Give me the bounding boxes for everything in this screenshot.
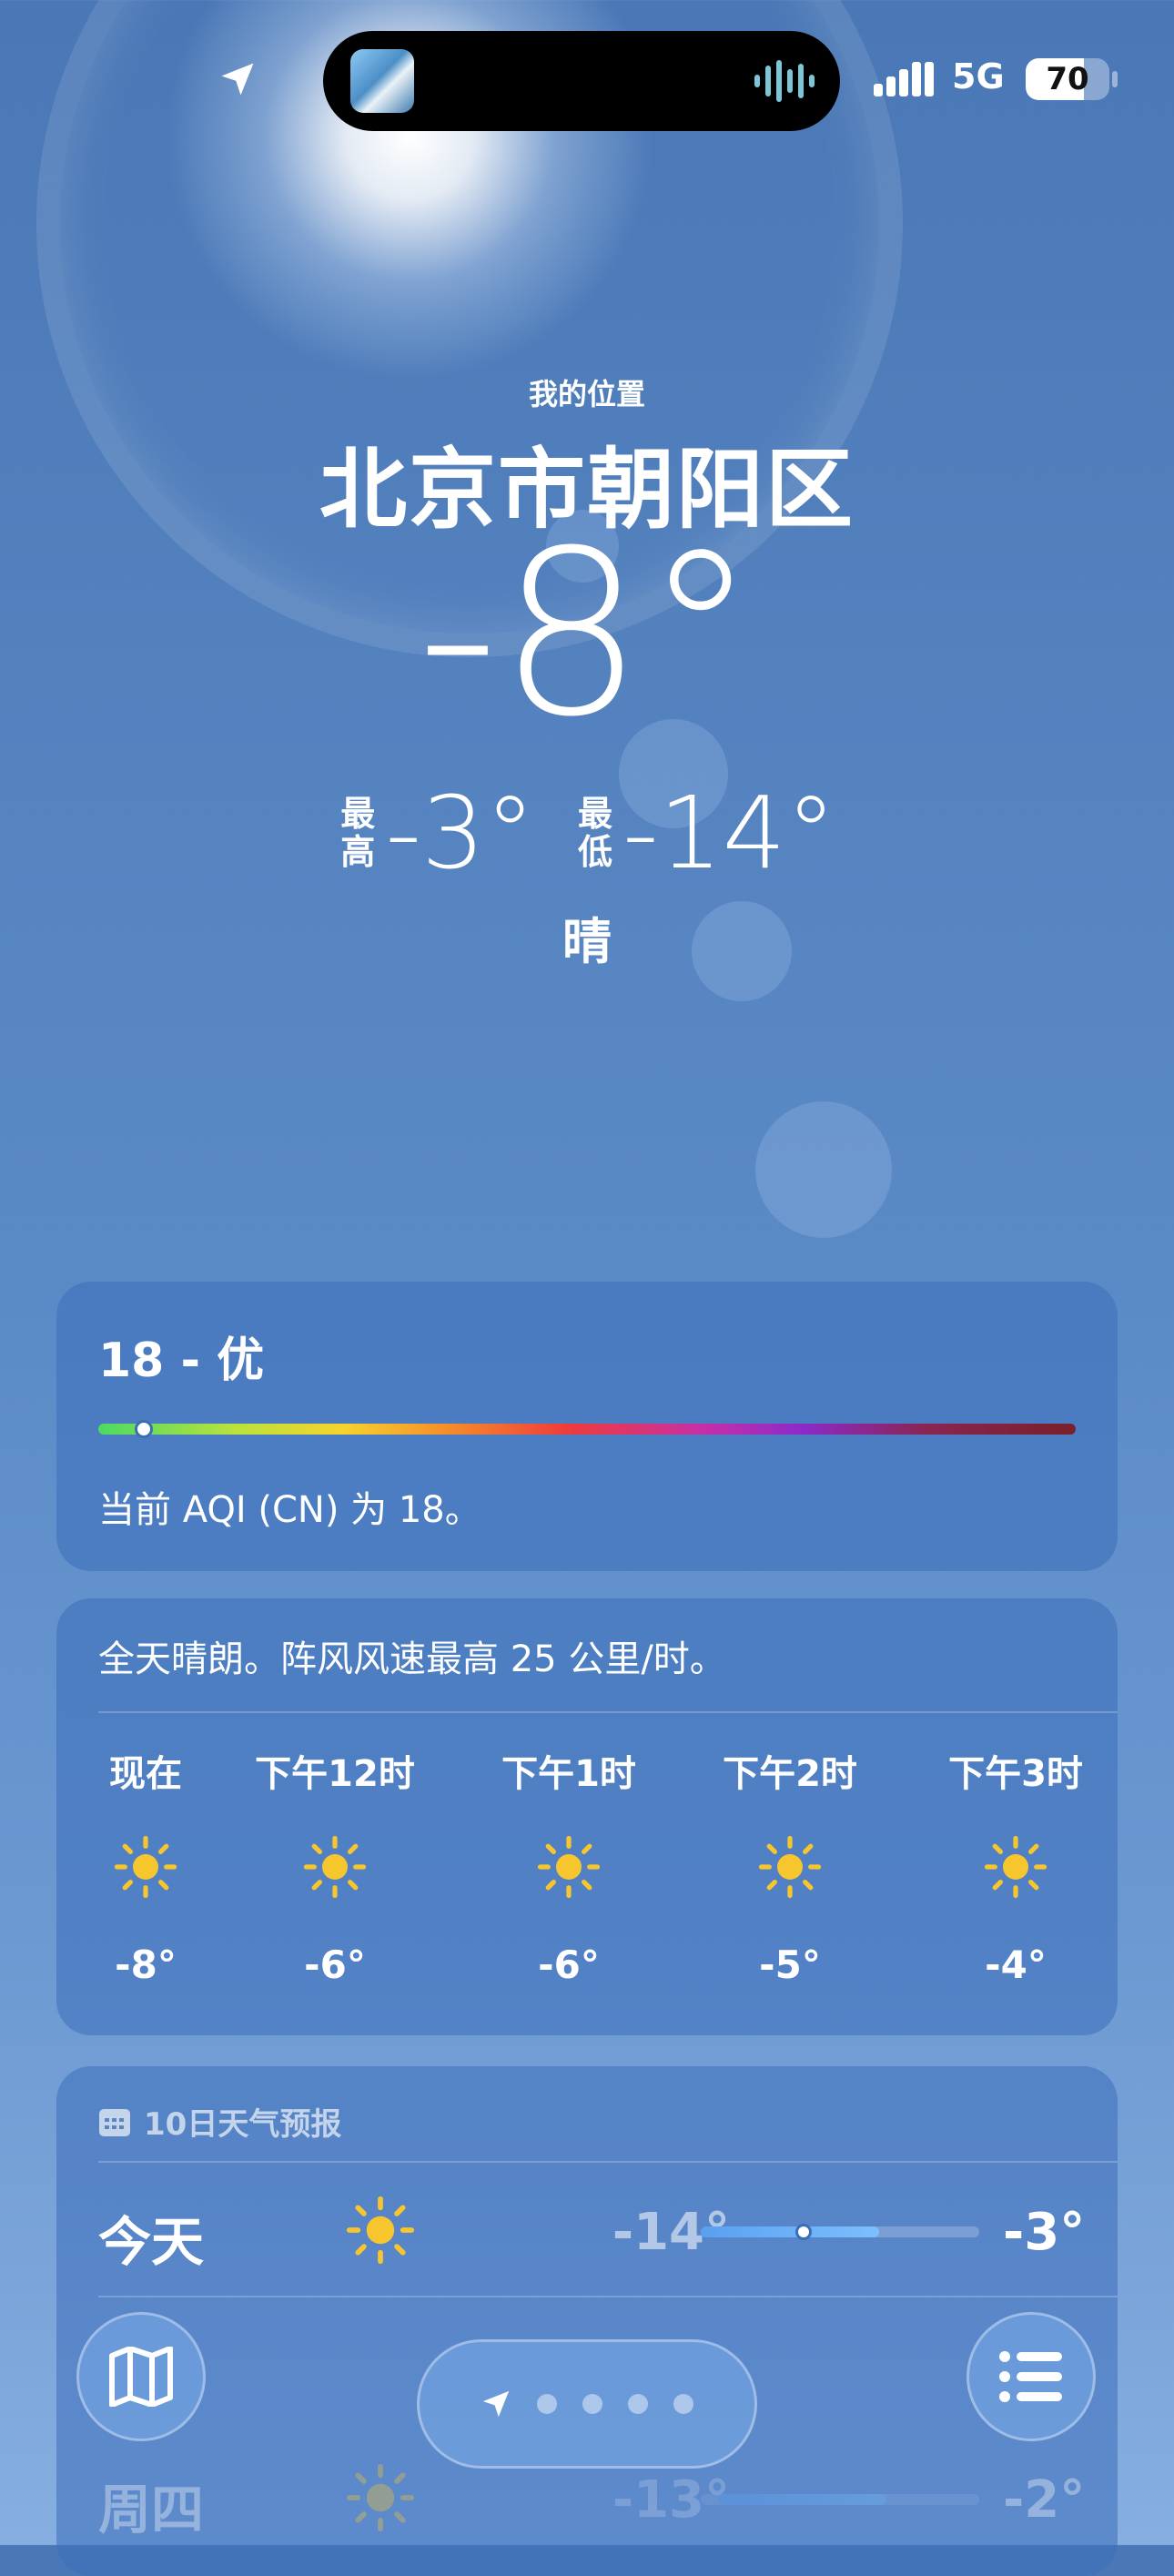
sun-icon	[537, 1835, 601, 1899]
divider	[98, 1711, 1118, 1713]
page-dot[interactable]	[582, 2394, 602, 2414]
current-temperature: -8°	[416, 502, 758, 766]
day-high-temp: -3°	[1003, 2203, 1086, 2262]
hour-label: 下午1时	[501, 1753, 636, 1795]
page-dot[interactable]	[628, 2394, 648, 2414]
low-temp: -14°	[622, 775, 836, 891]
list-icon	[999, 2351, 1062, 2402]
high-label: 最高	[340, 794, 376, 872]
current-temp-marker	[795, 2224, 812, 2240]
battery-percent: 70	[1046, 61, 1089, 97]
aqi-indicator	[135, 1420, 153, 1438]
location-page-indicator[interactable]	[417, 2339, 757, 2469]
network-type: 5G	[952, 56, 1005, 96]
ten-day-title: 10日天气预报	[144, 2106, 342, 2143]
temperature-range-fill	[701, 2226, 879, 2237]
high-low: 最高 -3° 最低 -14°	[0, 783, 1174, 883]
hour-temp: -6°	[304, 1942, 366, 1987]
map-button[interactable]	[76, 2312, 206, 2441]
sun-icon	[758, 1835, 822, 1899]
low-label: 最低	[577, 794, 612, 872]
ten-day-header: 10日天气预报	[98, 2099, 341, 2144]
cellular-signal-icon	[874, 62, 934, 96]
battery-cap	[1112, 71, 1118, 87]
sun-icon	[346, 2196, 415, 2265]
battery-icon: 70	[1026, 58, 1109, 100]
hour-item: 下午1时 -6°	[478, 1744, 660, 1987]
calendar-icon	[99, 2108, 130, 2136]
status-bar: 5G 70	[0, 0, 1174, 137]
hour-label: 下午2时	[723, 1753, 857, 1795]
aqi-description: 当前 AQI (CN) 为 18。	[98, 1489, 481, 1531]
high-temp: -3°	[385, 775, 535, 891]
hour-label: 现在	[109, 1753, 182, 1795]
temperature-range-bar	[701, 2224, 979, 2240]
air-quality-card[interactable]: 18 - 优 当前 AQI (CN) 为 18。	[56, 1282, 1118, 1571]
hour-item: 下午12时 -6°	[244, 1744, 426, 1987]
audio-waveform-icon	[754, 60, 815, 102]
forecast-day-row[interactable]: 今天 -14° -3°	[56, 2163, 1118, 2296]
weather-condition: 晴	[562, 913, 612, 970]
hour-item: 下午3时 -4°	[925, 1744, 1107, 1987]
day-name: 今天	[98, 2211, 205, 2273]
location-arrow-icon	[482, 2390, 510, 2418]
hour-item: 下午2时 -5°	[699, 1744, 881, 1987]
hour-temp: -8°	[115, 1942, 177, 1987]
divider	[98, 2296, 1118, 2297]
hour-temp: -5°	[759, 1942, 821, 1987]
hourly-forecast-card[interactable]: 全天晴朗。阵风风速最高 25 公里/时。 现在 -8° 下午12时 -6° 下午…	[56, 1598, 1118, 2035]
location-arrow-icon	[221, 63, 254, 96]
hour-temp: -6°	[538, 1942, 600, 1987]
map-icon	[109, 2347, 173, 2407]
page-dot[interactable]	[537, 2394, 557, 2414]
dynamic-island[interactable]	[323, 31, 840, 131]
bottom-toolbar	[0, 2312, 1174, 2545]
day-low-temp: -14°	[612, 2203, 730, 2262]
hour-label: 下午12时	[255, 1753, 415, 1795]
location-list-button[interactable]	[967, 2312, 1096, 2441]
page-dot[interactable]	[673, 2394, 693, 2414]
hour-temp: -4°	[985, 1942, 1047, 1987]
sun-icon	[114, 1835, 177, 1899]
hourly-summary: 全天晴朗。阵风风速最高 25 公里/时。	[98, 1638, 726, 1680]
hour-item: 现在 -8°	[55, 1744, 237, 1987]
hour-label: 下午3时	[948, 1753, 1083, 1795]
now-playing-thumbnail[interactable]	[350, 49, 414, 113]
my-location-label: 我的位置	[528, 377, 645, 411]
lens-flare	[755, 1101, 892, 1238]
aqi-scale-bar	[98, 1420, 1076, 1438]
aqi-title: 18 - 优	[98, 1334, 265, 1388]
sun-icon	[984, 1835, 1047, 1899]
sun-icon	[303, 1835, 367, 1899]
